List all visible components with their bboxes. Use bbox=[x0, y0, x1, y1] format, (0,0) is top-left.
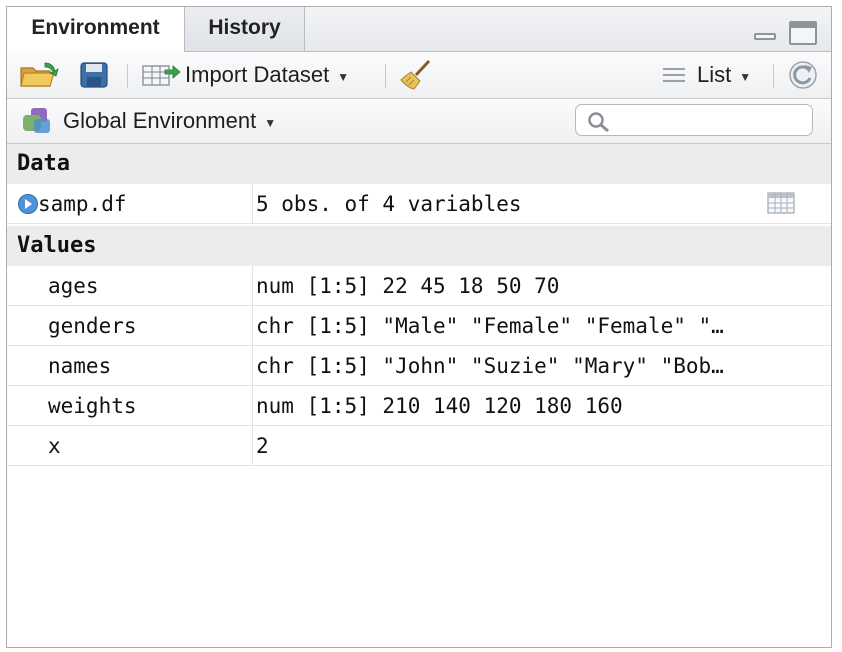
search-icon bbox=[588, 112, 609, 133]
expand-icon[interactable] bbox=[17, 193, 39, 215]
load-workspace-button[interactable] bbox=[19, 52, 61, 98]
variable-name: genders bbox=[7, 306, 253, 345]
table-row[interactable]: names chr [1:5] "John" "Suzie" "Mary" "B… bbox=[7, 346, 831, 386]
view-mode-label: List bbox=[697, 62, 732, 87]
toolbar-separator bbox=[773, 64, 774, 88]
clear-workspace-button[interactable] bbox=[399, 52, 433, 98]
variable-value: chr [1:5] "Male" "Female" "Female" "… bbox=[256, 314, 724, 338]
variable-value: 2 bbox=[256, 434, 269, 458]
variable-name: x bbox=[7, 426, 253, 465]
table-row[interactable]: ages num [1:5] 22 45 18 50 70 bbox=[7, 266, 831, 306]
variable-name: ages bbox=[7, 266, 253, 305]
save-workspace-button[interactable] bbox=[79, 52, 109, 98]
minimize-pane-button[interactable] bbox=[752, 21, 776, 43]
variable-value: 5 obs. of 4 variables bbox=[256, 192, 522, 216]
environment-selector-bar: Global Environment ▼ bbox=[7, 99, 831, 144]
table-grid-icon[interactable] bbox=[767, 192, 795, 214]
variable-value: num [1:5] 210 140 120 180 160 bbox=[256, 394, 623, 418]
environment-scope-label: Global Environment bbox=[63, 108, 257, 133]
tab-environment[interactable]: Environment bbox=[7, 7, 185, 52]
variable-name: weights bbox=[7, 386, 253, 425]
variable-value: chr [1:5] "John" "Suzie" "Mary" "Bob… bbox=[256, 354, 724, 378]
table-row[interactable]: genders chr [1:5] "Male" "Female" "Femal… bbox=[7, 306, 831, 346]
broom-icon bbox=[400, 59, 431, 90]
import-dataset-icon bbox=[142, 65, 181, 86]
variable-name: samp.df bbox=[38, 192, 127, 216]
environment-dropdown[interactable]: Global Environment ▼ bbox=[21, 99, 276, 143]
toolbar-separator bbox=[127, 64, 128, 88]
table-row[interactable]: samp.df 5 obs. of 4 variables bbox=[7, 184, 831, 224]
tab-history[interactable]: History bbox=[185, 7, 305, 51]
chevron-down-icon: ▼ bbox=[337, 69, 350, 84]
section-header-values: Values bbox=[7, 226, 831, 266]
import-dataset-button[interactable]: Import Dataset ▼ bbox=[141, 52, 349, 98]
view-mode-dropdown[interactable]: List ▼ bbox=[661, 52, 751, 98]
tab-bar: Environment History bbox=[7, 7, 831, 52]
import-dataset-label: Import Dataset bbox=[185, 62, 330, 87]
table-row[interactable]: x 2 bbox=[7, 426, 831, 466]
environment-toolbar: Import Dataset ▼ List ▼ bbox=[7, 52, 831, 99]
chevron-down-icon: ▼ bbox=[739, 69, 752, 84]
maximize-pane-button[interactable] bbox=[789, 21, 817, 45]
variable-value: num [1:5] 22 45 18 50 70 bbox=[256, 274, 560, 298]
variable-name: names bbox=[7, 346, 253, 385]
save-icon bbox=[80, 62, 108, 88]
environment-pane: Environment History Import Dataset ▼ Lis… bbox=[6, 6, 832, 648]
section-header-data: Data bbox=[7, 144, 831, 184]
refresh-button[interactable] bbox=[787, 52, 819, 98]
toolbar-separator bbox=[385, 64, 386, 88]
refresh-icon bbox=[789, 61, 817, 89]
list-icon bbox=[663, 68, 685, 82]
chevron-down-icon: ▼ bbox=[264, 115, 277, 130]
environment-icon bbox=[23, 108, 50, 133]
open-folder-icon bbox=[20, 62, 59, 87]
table-row[interactable]: weights num [1:5] 210 140 120 180 160 bbox=[7, 386, 831, 426]
